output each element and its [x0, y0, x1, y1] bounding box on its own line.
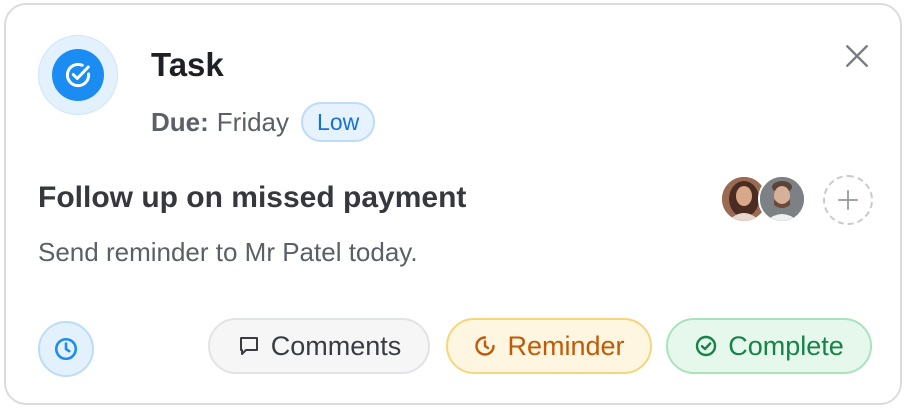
plus-icon	[838, 190, 858, 210]
avatar[interactable]	[758, 175, 806, 223]
priority-badge: Low	[301, 102, 376, 142]
reminder-label: Reminder	[507, 330, 625, 361]
assignee-avatars	[720, 175, 810, 225]
comment-icon	[239, 337, 258, 355]
task-card: Task Due: Friday Low Follow up on missed…	[4, 3, 902, 405]
schedule-button[interactable]	[38, 321, 94, 377]
due-value: Friday	[216, 106, 290, 137]
reminder-button[interactable]: Reminder	[446, 318, 652, 374]
comments-label: Comments	[270, 330, 402, 361]
add-assignee-button[interactable]	[823, 175, 873, 225]
complete-label: Complete	[728, 330, 844, 361]
item-title: Follow up on missed payment	[38, 181, 467, 214]
check-circle-outline-icon	[696, 335, 717, 357]
item-description: Send reminder to Mr Patel today.	[38, 237, 418, 267]
due-label: Due:	[151, 106, 209, 137]
due-row: Due: Friday Low	[151, 101, 376, 143]
close-button[interactable]	[842, 41, 872, 71]
close-icon	[846, 45, 868, 67]
clock-icon	[54, 337, 78, 361]
task-check-icon	[38, 35, 118, 115]
complete-button[interactable]: Complete	[666, 318, 872, 374]
task-heading: Task	[151, 46, 224, 83]
comments-button[interactable]: Comments	[208, 318, 430, 374]
reminder-clock-icon	[475, 336, 496, 356]
